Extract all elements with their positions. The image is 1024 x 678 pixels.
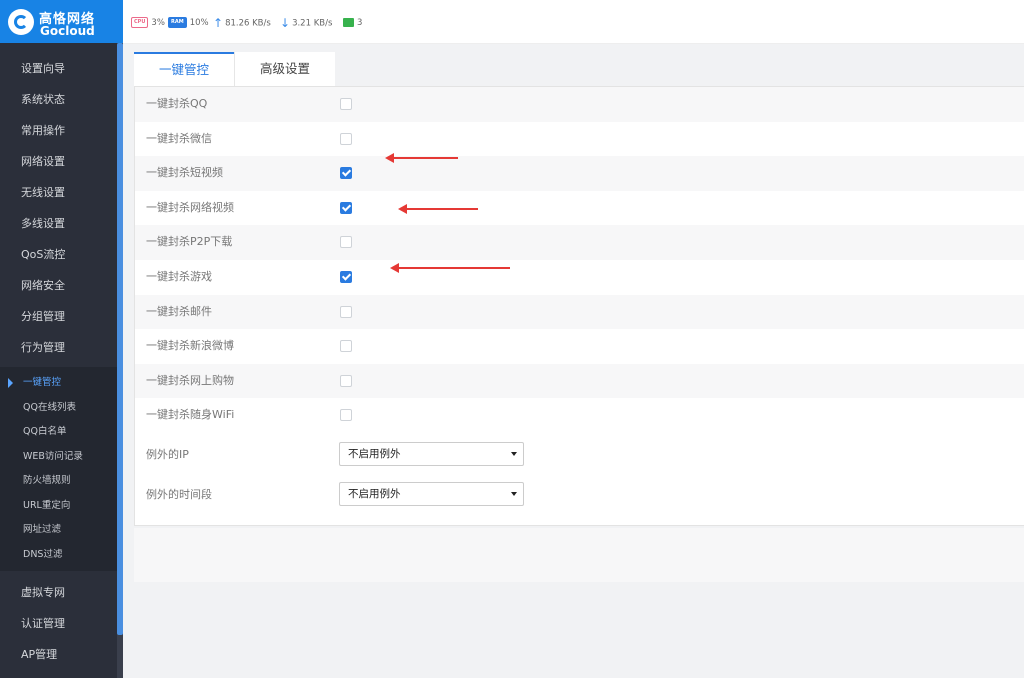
download-arrow-icon: ↓: [280, 16, 291, 30]
devices-value: 3: [357, 18, 363, 28]
option-label: 一键封杀新浪微博: [146, 339, 234, 353]
download-value: 3.21 KB/s: [292, 18, 333, 29]
tab-advanced-settings[interactable]: 高级设置: [234, 52, 335, 86]
download-speed: ↓ 3.21 KB/s: [280, 17, 332, 29]
exception-ip-label: 例外的IP: [146, 448, 189, 461]
exception-ip-value: 不启用例外: [348, 448, 401, 460]
tab-one-key-control[interactable]: 一键管控: [134, 52, 234, 86]
option-label: 一键封杀QQ: [146, 97, 208, 110]
sidebar-item-auth[interactable]: 认证管理: [0, 608, 117, 639]
online-devices: 3: [343, 17, 362, 29]
option-row: 一键封杀短视频: [135, 156, 1024, 191]
settings-panel: 一键封杀QQ 一键封杀微信 一键封杀短视频 一键封杀网络视频 一键封杀P2P下载…: [134, 86, 1024, 526]
cpu-value: 3%: [151, 18, 165, 28]
option-row: 一键封杀P2P下载: [135, 225, 1024, 260]
sidebar-item-network-settings[interactable]: 网络设置: [0, 146, 117, 177]
exception-ip-select[interactable]: 不启用例外: [339, 442, 524, 466]
exception-ip-row: 例外的IP 不启用例外: [135, 442, 1024, 482]
gocloud-logo-icon: [8, 9, 34, 35]
logo: 高恪网络 Gocloud: [0, 0, 123, 43]
exception-time-label: 例外的时间段: [146, 488, 212, 501]
option-checkbox[interactable]: [340, 98, 352, 110]
sidebar-item-vpn[interactable]: 虚拟专网: [0, 577, 117, 608]
sidebar-item-groups[interactable]: 分组管理: [0, 301, 117, 332]
submenu-item-one-key[interactable]: 一键管控: [0, 371, 117, 396]
option-label: 一键封杀游戏: [146, 270, 212, 283]
sidebar-item-qos[interactable]: QoS流控: [0, 239, 117, 270]
upload-arrow-icon: ↑: [213, 16, 224, 30]
dropdown-caret-icon: [511, 492, 517, 496]
annotation-arrow: [398, 204, 478, 214]
option-label: 一键封杀P2P下载: [146, 235, 233, 249]
submenu-item-url-filter[interactable]: 网址过滤: [0, 518, 117, 543]
option-row: 一键封杀网上购物: [135, 363, 1024, 399]
option-row: 一键封杀邮件: [135, 294, 1024, 330]
sidebar-item-security[interactable]: 网络安全: [0, 270, 117, 301]
option-label: 一键封杀短视频: [146, 166, 223, 180]
option-checkbox[interactable]: [340, 201, 352, 214]
upload-value: 81.26 KB/s: [225, 18, 271, 29]
ram-icon: RAM: [168, 17, 187, 28]
ram-value: 10%: [189, 18, 209, 28]
sidebar-item-system-status[interactable]: 系统状态: [0, 84, 117, 115]
brand-name-en: Gocloud: [40, 24, 95, 38]
option-row: 一键封杀微信: [135, 122, 1024, 157]
sidebar-item-setup-wizard[interactable]: 设置向导: [0, 53, 117, 84]
option-label: 一键封杀邮件: [146, 304, 212, 318]
dropdown-caret-icon: [511, 452, 517, 456]
sidebar-menu: 设置向导 系统状态 常用操作 网络设置 无线设置 多线设置 QoS流控 网络安全…: [0, 53, 117, 670]
annotation-arrow: [385, 153, 458, 163]
cpu-usage: CPU 3%: [131, 17, 165, 29]
option-checkbox[interactable]: [340, 305, 352, 318]
option-row: 一键封杀网络视频: [135, 191, 1024, 226]
behavior-submenu: 一键管控 QQ在线列表 QQ白名单 WEB访问记录 防火墙规则 URL重定向 网…: [0, 367, 117, 571]
sidebar-item-common-ops[interactable]: 常用操作: [0, 115, 117, 146]
submenu-item-firewall[interactable]: 防火墙规则: [0, 469, 117, 494]
option-checkbox[interactable]: [340, 271, 352, 283]
option-checkbox[interactable]: [340, 236, 352, 249]
submenu-item-dns-filter[interactable]: DNS过滤: [0, 543, 117, 568]
annotation-arrow: [390, 263, 510, 273]
ram-usage: RAM 10%: [168, 17, 209, 29]
exception-time-select[interactable]: 不启用例外: [339, 482, 524, 506]
status-bar: CPU 3% RAM 10% ↑ 81.26 KB/s ↓ 3.21 KB/s 3: [123, 0, 1024, 44]
option-checkbox[interactable]: [340, 167, 352, 180]
option-label: 一键封杀随身WiFi: [146, 408, 235, 422]
upload-speed: ↑ 81.26 KB/s: [213, 17, 271, 29]
submenu-item-qq-whitelist[interactable]: QQ白名单: [0, 420, 117, 445]
sidebar-item-ap[interactable]: AP管理: [0, 639, 117, 670]
option-row: 一键封杀随身WiFi: [135, 398, 1024, 433]
option-label: 一键封杀网络视频: [146, 200, 234, 214]
submenu-item-web-log[interactable]: WEB访问记录: [0, 445, 117, 470]
exception-time-value: 不启用例外: [348, 488, 401, 500]
option-row: 一键封杀QQ: [135, 87, 1024, 122]
sidebar-item-wireless[interactable]: 无线设置: [0, 177, 117, 208]
option-checkbox[interactable]: [340, 374, 352, 387]
exception-time-row: 例外的时间段 不启用例外: [135, 482, 1024, 522]
option-row: 一键封杀新浪微博: [135, 329, 1024, 364]
submenu-item-qq-online[interactable]: QQ在线列表: [0, 396, 117, 421]
option-checkbox[interactable]: [340, 132, 352, 145]
sidebar-item-multi-wan[interactable]: 多线设置: [0, 208, 117, 239]
cpu-icon: CPU: [131, 17, 149, 28]
sidebar: 高恪网络 Gocloud 设置向导 系统状态 常用操作 网络设置 无线设置 多线…: [0, 0, 123, 678]
panel-footer-area: [134, 528, 1024, 582]
option-checkbox[interactable]: [340, 409, 352, 422]
main-content: 一键管控 高级设置 一键封杀QQ 一键封杀微信 一键封杀短视频 一键封杀网络视频…: [123, 44, 1024, 678]
device-check-icon: [343, 18, 354, 27]
sidebar-item-behavior[interactable]: 行为管理: [0, 332, 117, 363]
option-row: 一键封杀游戏: [135, 260, 1024, 295]
submenu-item-url-redirect[interactable]: URL重定向: [0, 494, 117, 519]
option-checkbox[interactable]: [340, 340, 352, 353]
option-label: 一键封杀微信: [146, 131, 212, 145]
option-label: 一键封杀网上购物: [146, 373, 234, 387]
